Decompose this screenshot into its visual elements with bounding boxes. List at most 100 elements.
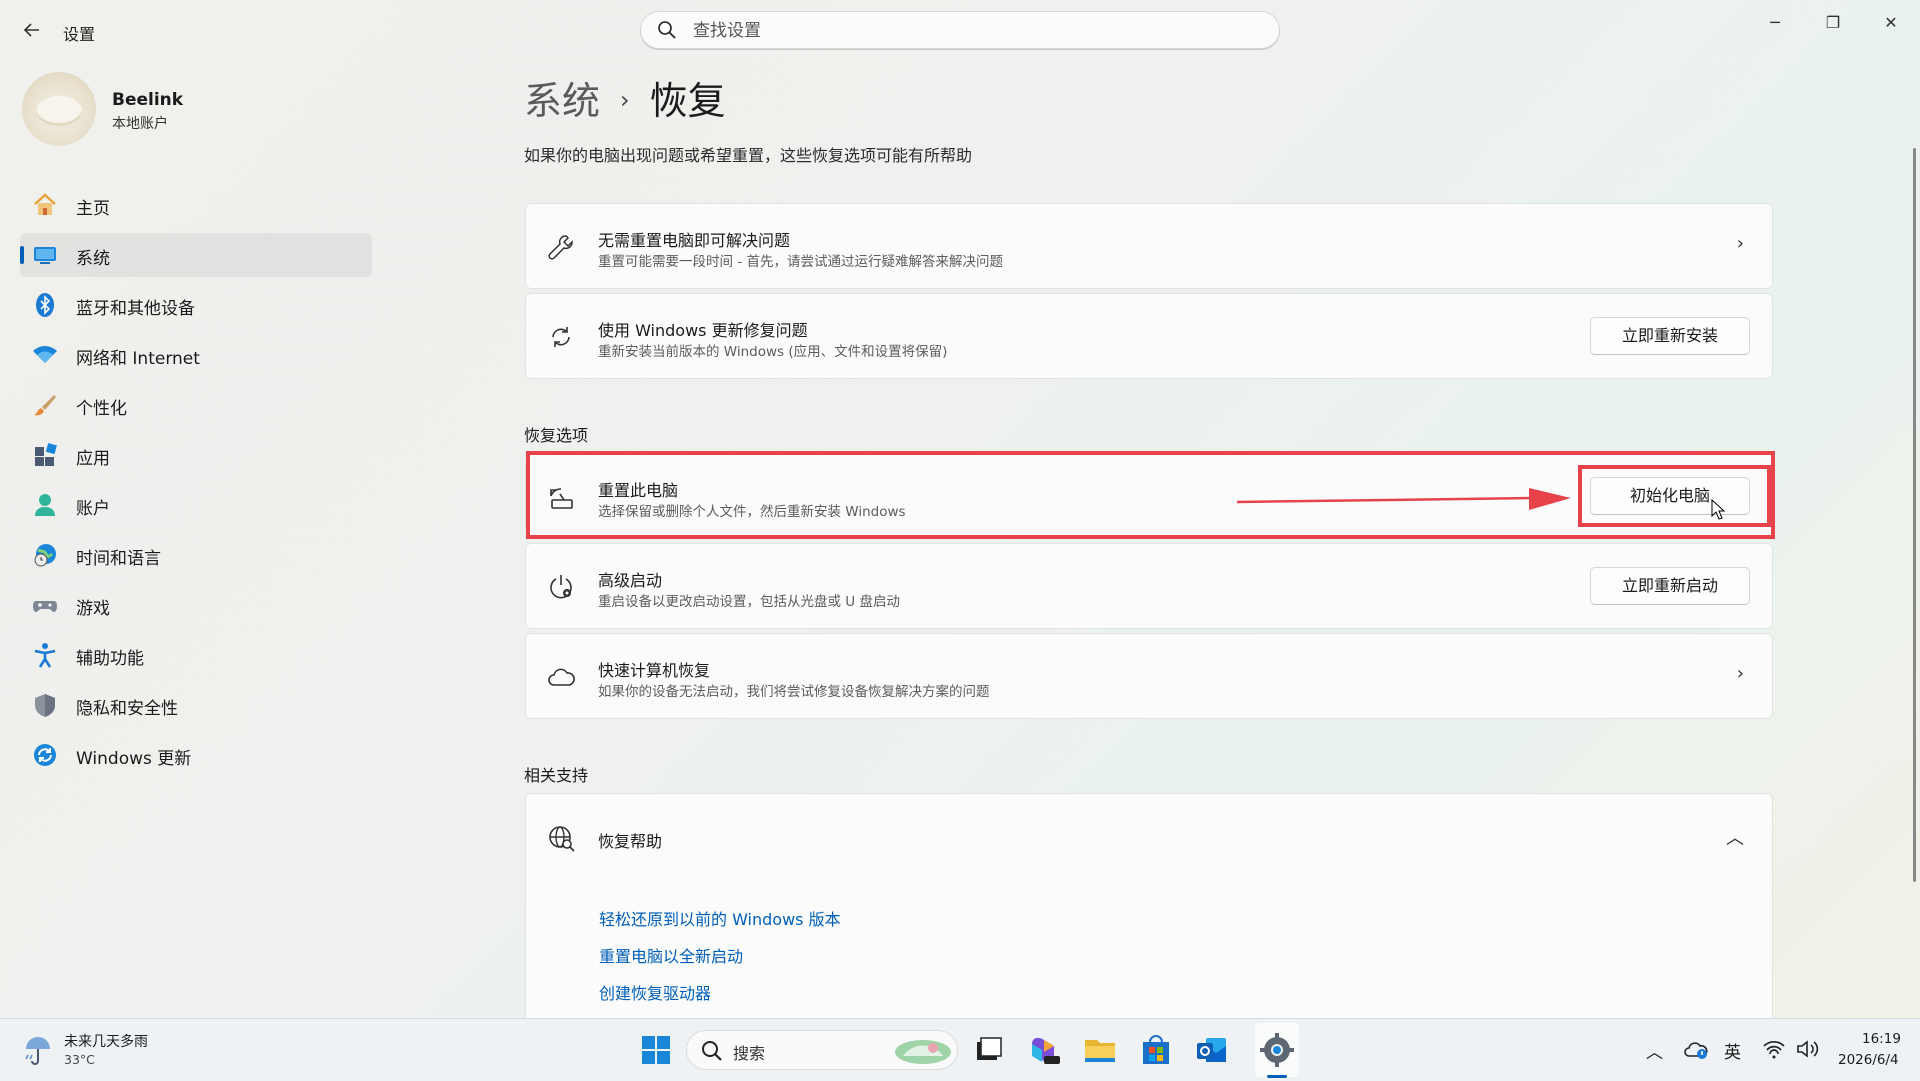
quick-machine-recovery-card[interactable]: 快速计算机恢复 如果你的设备无法启动，我们将尝试修复设备恢复解决方案的问题 ›	[525, 633, 1773, 719]
sidebar-item-label: 主页	[76, 199, 110, 219]
sidebar-item-label: 辅助功能	[76, 649, 144, 669]
taskbar: 未来几天多雨 33°C 搜索 ︿ 英 16:19 2026/6/4	[0, 1018, 1920, 1081]
app-title: 设置	[63, 25, 96, 44]
sidebar-item-bluetooth[interactable]: 蓝牙和其他设备	[20, 283, 372, 327]
account-type: 本地账户	[112, 116, 168, 132]
onedrive-status-icon[interactable]	[1684, 1038, 1710, 1062]
card-title: 恢复帮助	[598, 832, 663, 851]
help-link-fresh-start[interactable]: 重置电脑以全新启动	[599, 943, 743, 967]
rain-umbrella-icon[interactable]	[22, 1033, 54, 1067]
sync-icon	[552, 327, 570, 347]
tray-overflow-chevron-icon[interactable]: ︿	[1646, 1038, 1663, 1063]
microsoft-365-icon[interactable]	[1026, 1032, 1062, 1068]
task-view-icon[interactable]	[970, 1032, 1006, 1068]
close-button[interactable]: ✕	[1868, 8, 1914, 38]
input-language-indicator[interactable]: 英	[1724, 1038, 1741, 1063]
advanced-startup-card: 高级启动 重启设备以更改启动设置，包括从光盘或 U 盘启动 立即重新启动	[525, 543, 1773, 629]
sidebar-item-gaming[interactable]: 游戏	[20, 583, 372, 627]
minimize-icon: ─	[1770, 13, 1780, 32]
windows-update-fix-card: 使用 Windows 更新修复问题 重新安装当前版本的 Windows (应用、…	[525, 293, 1773, 379]
sidebar-item-personalization[interactable]: 个性化	[20, 383, 372, 427]
restore-icon: ❐	[1825, 13, 1841, 32]
person-icon	[35, 494, 55, 516]
taskbar-date[interactable]: 2026/6/4	[1838, 1052, 1899, 1068]
arrow-left-icon	[23, 23, 39, 37]
weather-text[interactable]: 未来几天多雨	[64, 1031, 148, 1051]
settings-search-input[interactable]	[691, 18, 1255, 44]
breadcrumb: 系统 › 恢复	[524, 70, 726, 125]
card-subtitle: 重新安装当前版本的 Windows (应用、文件和设置将保留)	[598, 344, 948, 360]
help-link-recovery-drive[interactable]: 创建恢复驱动器	[599, 980, 711, 1004]
active-indicator	[20, 246, 24, 264]
sidebar-item-system[interactable]: 系统	[20, 233, 372, 277]
gamepad-icon	[33, 601, 57, 612]
minimize-button[interactable]: ─	[1752, 8, 1798, 38]
card-title: 使用 Windows 更新修复问题	[598, 321, 808, 340]
shield-icon	[35, 694, 55, 717]
troubleshoot-card[interactable]: 无需重置电脑即可解决问题 重置可能需要一段时间 - 首先，请尝试通过运行疑难解答…	[525, 203, 1773, 289]
close-icon: ✕	[1884, 13, 1898, 32]
sidebar-item-label: 蓝牙和其他设备	[76, 299, 195, 319]
chevron-up-icon[interactable]: ︿	[1726, 824, 1744, 850]
title-bar: 设置 ─ ❐ ✕	[0, 0, 1920, 60]
sidebar-item-label: 游戏	[76, 599, 110, 619]
sidebar-item-label: 账户	[76, 499, 110, 519]
search-icon	[702, 1041, 722, 1061]
sidebar-item-label: 网络和 Internet	[76, 349, 200, 369]
avatar-image	[36, 96, 82, 126]
reinstall-now-button[interactable]: 立即重新安装	[1590, 317, 1750, 355]
annotation-arrow	[1236, 488, 1571, 510]
system-display-icon	[34, 247, 56, 264]
sidebar-item-time-language[interactable]: 时间和语言	[20, 533, 372, 577]
page-title: 恢复	[649, 79, 726, 123]
search-highlight-icon	[895, 1040, 951, 1064]
file-explorer-icon[interactable]	[1082, 1032, 1118, 1068]
taskbar-time[interactable]: 16:19	[1862, 1031, 1901, 1047]
page-description: 如果你的电脑出现问题或希望重置，这些恢复选项可能有所帮助	[524, 146, 973, 165]
breadcrumb-parent[interactable]: 系统	[524, 79, 600, 123]
windows-start-icon[interactable]	[638, 1032, 674, 1068]
card-subtitle: 重启设备以更改启动设置，包括从光盘或 U 盘启动	[598, 594, 900, 610]
help-link-rollback[interactable]: 轻松还原到以前的 Windows 版本	[599, 906, 841, 930]
volume-icon[interactable]	[1796, 1039, 1820, 1059]
wifi-status-icon[interactable]	[1762, 1039, 1786, 1059]
sidebar-item-label: 隐私和安全性	[76, 699, 178, 719]
sidebar-item-home[interactable]: 主页	[20, 183, 372, 227]
sidebar-item-apps[interactable]: 应用	[20, 433, 372, 477]
accessibility-icon	[34, 643, 56, 668]
sidebar-item-accessibility[interactable]: 辅助功能	[20, 633, 372, 677]
card-subtitle: 如果你的设备无法启动，我们将尝试修复设备恢复解决方案的问题	[598, 684, 990, 700]
card-subtitle: 重置可能需要一段时间 - 首先，请尝试通过运行疑难解答来解决问题	[598, 254, 1003, 270]
sidebar-nav: 主页 系统 蓝牙和其他设备 网络和 Internet 个性化 应用 账户 时间和…	[20, 183, 372, 783]
outlook-icon[interactable]	[1194, 1032, 1230, 1068]
card-title: 高级启动	[598, 571, 663, 590]
mouse-cursor-icon	[1711, 499, 1725, 520]
scrollbar[interactable]	[1913, 148, 1916, 882]
settings-search-box[interactable]	[640, 11, 1280, 49]
restore-button[interactable]: ❐	[1810, 8, 1856, 38]
sidebar-item-accounts[interactable]: 账户	[20, 483, 372, 527]
active-app-indicator	[1267, 1075, 1287, 1078]
taskbar-search[interactable]: 搜索	[686, 1030, 958, 1070]
microsoft-store-icon[interactable]	[1138, 1032, 1174, 1068]
sidebar-item-network[interactable]: 网络和 Internet	[20, 333, 372, 377]
globe-search-icon	[549, 826, 575, 852]
recovery-help-header[interactable]: 恢复帮助 ︿	[525, 793, 1773, 881]
back-button[interactable]	[16, 16, 48, 44]
card-title: 快速计算机恢复	[598, 661, 711, 680]
wifi-icon	[33, 346, 57, 363]
settings-gear-icon[interactable]	[1259, 1032, 1295, 1068]
section-title-recovery: 恢复选项	[524, 426, 589, 445]
sidebar-item-privacy[interactable]: 隐私和安全性	[20, 683, 372, 727]
sidebar-item-label: 系统	[76, 249, 110, 269]
sidebar-item-windows-update[interactable]: Windows 更新	[20, 733, 372, 777]
taskbar-search-label: 搜索	[733, 1044, 766, 1063]
paintbrush-icon	[34, 395, 56, 416]
restart-now-button[interactable]: 立即重新启动	[1590, 567, 1750, 605]
account-name: Beelink	[112, 90, 184, 110]
sidebar-item-label: 应用	[76, 449, 110, 469]
bluetooth-icon	[36, 293, 54, 317]
avatar[interactable]	[22, 72, 96, 146]
card-title: 无需重置电脑即可解决问题	[598, 231, 791, 250]
sidebar-item-label: 个性化	[76, 399, 127, 419]
